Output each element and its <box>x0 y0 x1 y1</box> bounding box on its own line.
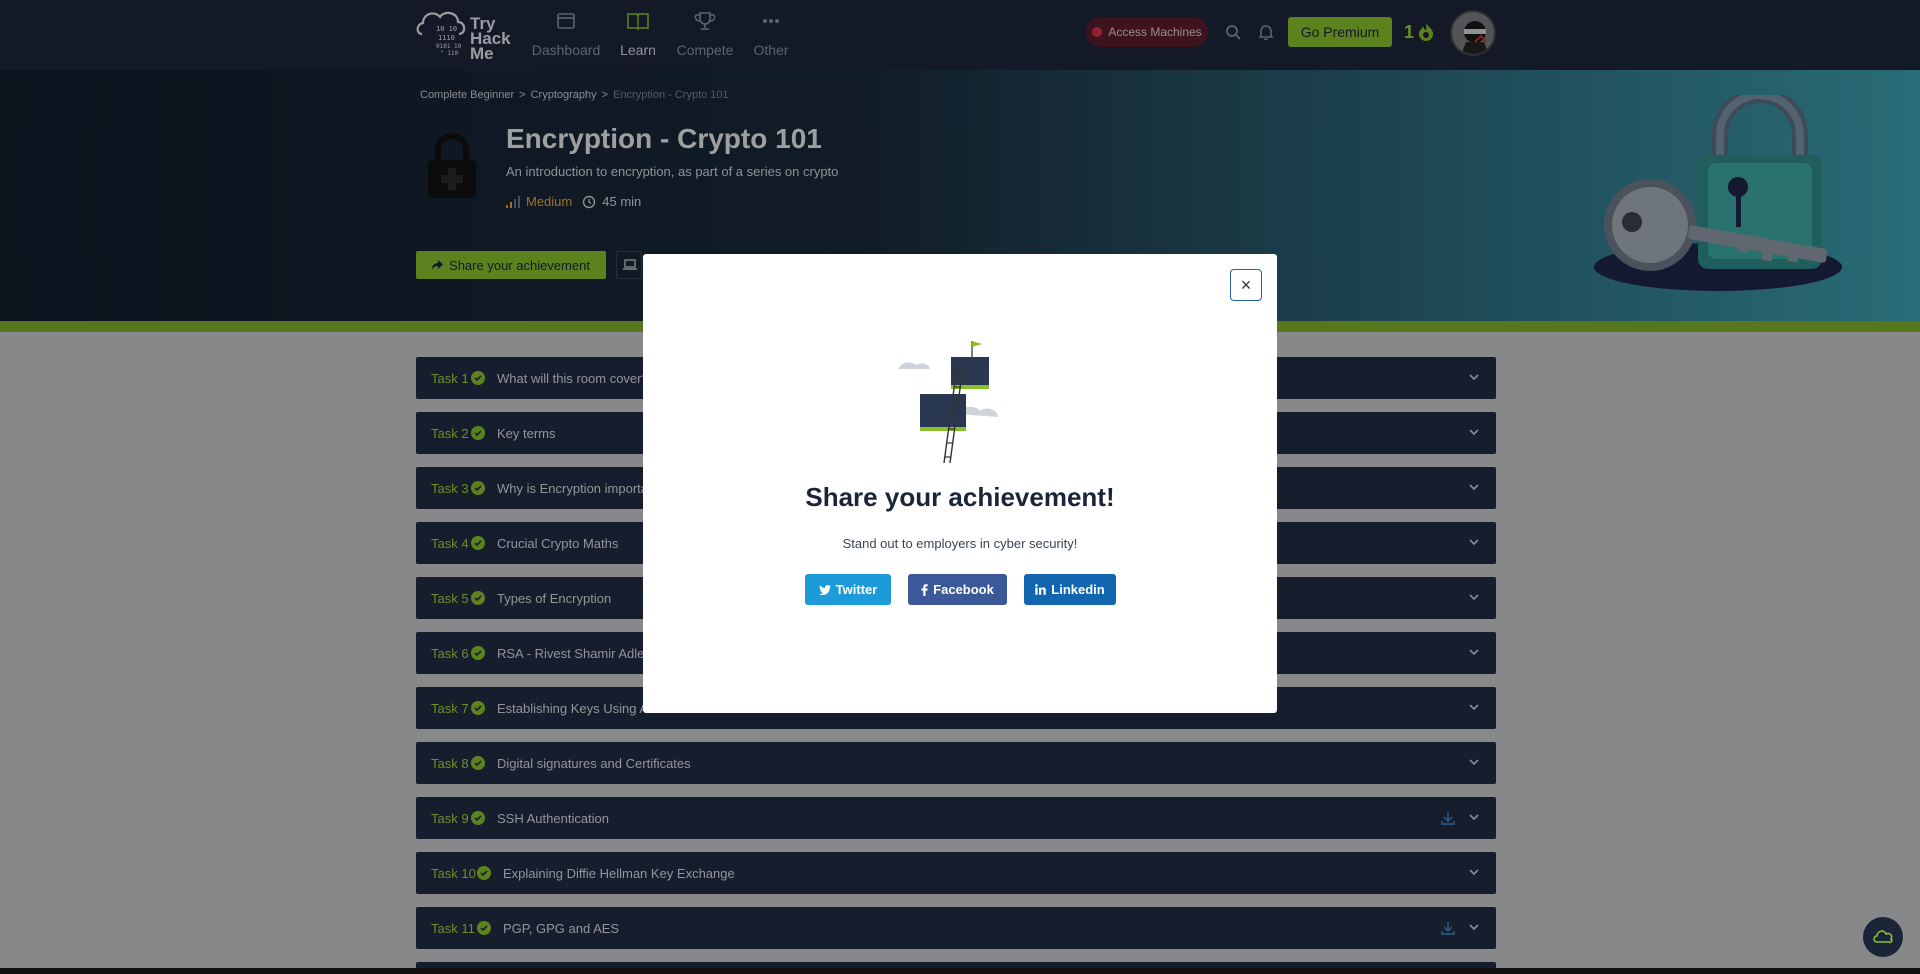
facebook-icon <box>921 583 928 596</box>
twitter-share-button[interactable]: Twitter <box>805 574 891 605</box>
linkedin-share-button[interactable]: Linkedin <box>1024 574 1116 605</box>
linkedin-label: Linkedin <box>1051 582 1105 597</box>
twitter-label: Twitter <box>835 582 878 597</box>
close-modal-button[interactable]: × <box>1230 269 1262 301</box>
close-icon: × <box>1240 274 1252 295</box>
facebook-share-button[interactable]: Facebook <box>908 574 1007 605</box>
twitter-icon <box>818 584 831 595</box>
modal-title: Share your achievement! <box>805 482 1115 512</box>
bottom-edge <box>0 968 1920 974</box>
linkedin-icon <box>1035 584 1047 595</box>
facebook-label: Facebook <box>933 582 994 597</box>
share-achievement-modal: × Share your achievement! Stand out to e… <box>643 254 1277 713</box>
modal-subtitle: Stand out to employers in cyber security… <box>842 536 1078 551</box>
social-share-buttons: Twitter Facebook Linkedin <box>805 574 1116 605</box>
chat-support-button[interactable] <box>1863 917 1903 957</box>
cloud-chat-icon <box>1873 930 1893 944</box>
climbing-blocks-illustration <box>898 339 1028 464</box>
